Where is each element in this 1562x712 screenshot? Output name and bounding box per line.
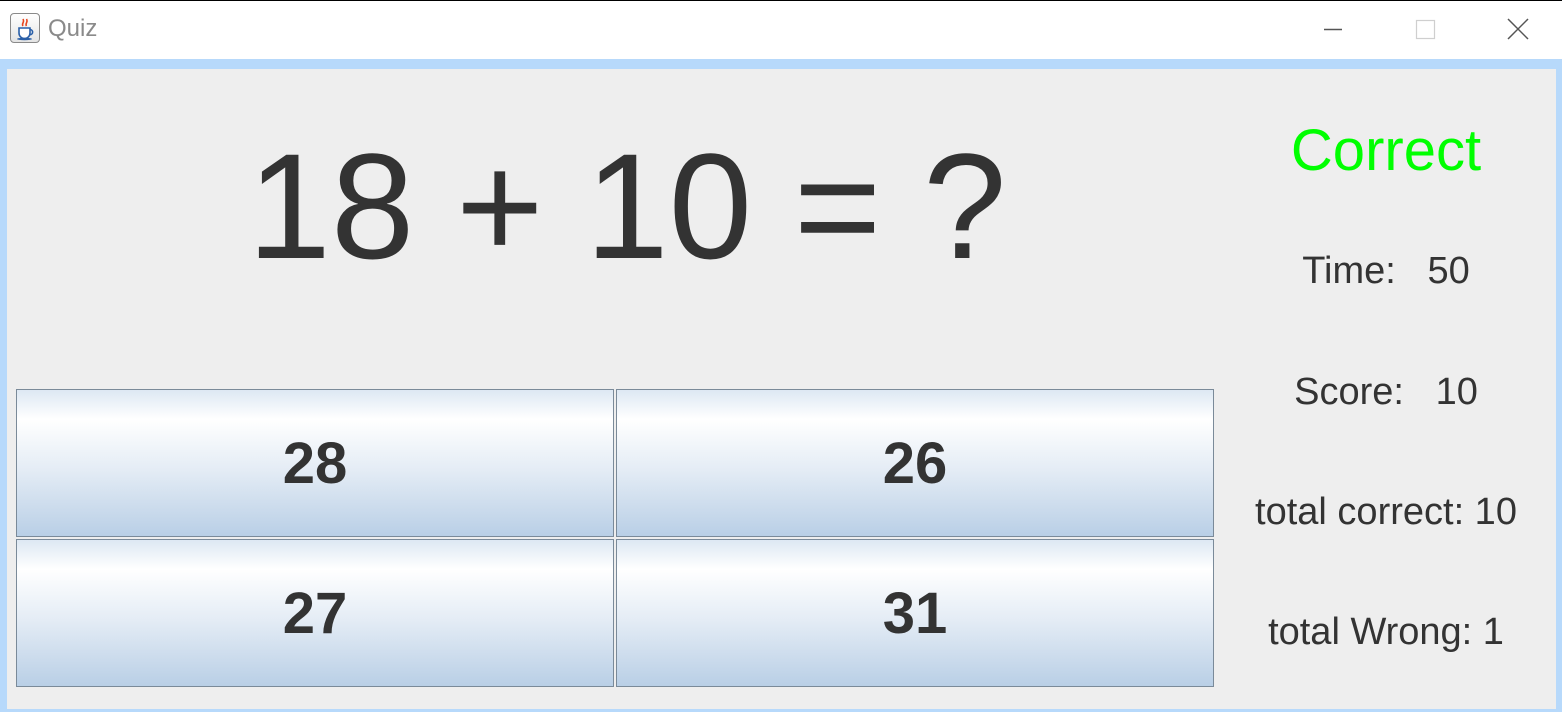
answer-button-2[interactable]: 26 [616, 389, 1214, 537]
minimize-icon [1324, 28, 1342, 31]
answer-button-1[interactable]: 28 [16, 389, 614, 537]
question-label: 18 + 10 = ? [247, 122, 1007, 290]
quiz-panel: 18 + 10 = ? Correct Time: 50 Score: 10 t… [7, 69, 1556, 709]
answer-button-4[interactable]: 31 [616, 539, 1214, 687]
window-frame: 18 + 10 = ? Correct Time: 50 Score: 10 t… [0, 59, 1562, 712]
answer-grid: 28 26 27 31 [16, 389, 1216, 689]
close-button[interactable] [1471, 1, 1562, 57]
title-bar[interactable]: Quiz [0, 1, 1562, 59]
score-label: Score: 10 [1294, 371, 1478, 413]
answer-button-3[interactable]: 27 [16, 539, 614, 687]
total-correct-label: total correct: 10 [1255, 491, 1517, 533]
quiz-window: Quiz 18 + 10 = ? Correct Time: 50 Score:… [0, 0, 1562, 712]
time-label: Time: 50 [1302, 250, 1470, 292]
window-title: Quiz [48, 15, 98, 42]
maximize-button[interactable] [1379, 1, 1471, 57]
minimize-button[interactable] [1287, 1, 1379, 57]
total-wrong-label: total Wrong: 1 [1268, 611, 1504, 653]
maximize-icon [1415, 19, 1436, 40]
java-cup-icon [10, 13, 40, 43]
close-icon [1507, 18, 1529, 40]
answer-status-label: Correct [1290, 118, 1482, 183]
